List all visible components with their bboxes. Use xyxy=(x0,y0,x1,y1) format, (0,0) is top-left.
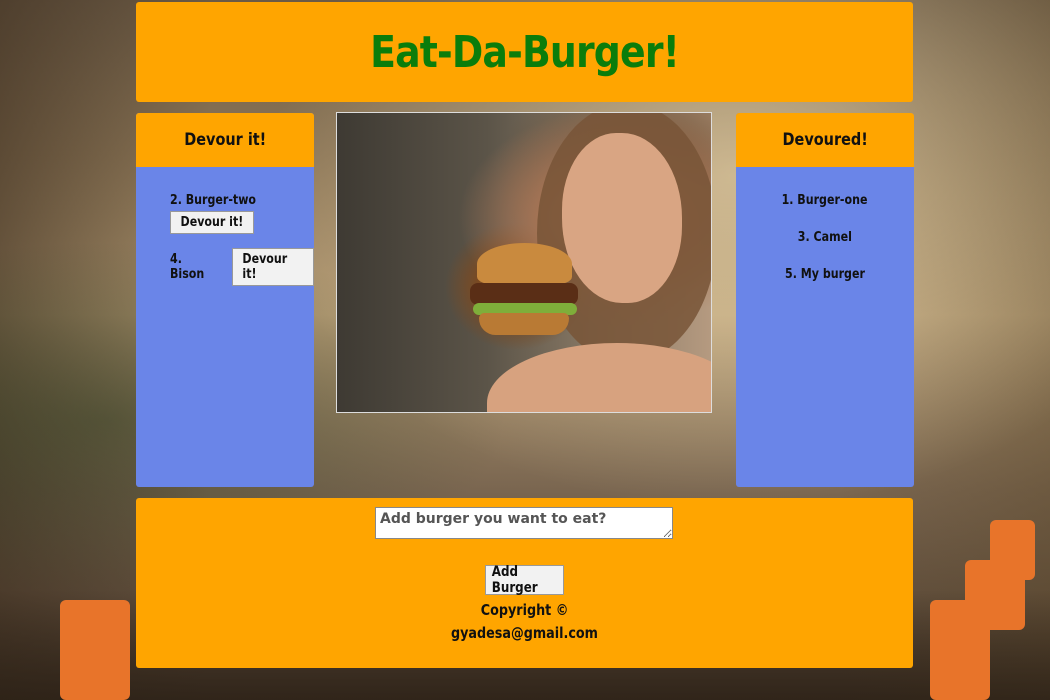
add-burger-button-label: Add Burger xyxy=(491,564,538,596)
burger-name: 3. Camel xyxy=(797,230,853,245)
page-title: Eat-Da-Burger! xyxy=(370,26,680,78)
devoured-panel-header: Devoured! xyxy=(736,113,914,167)
burger-input[interactable] xyxy=(375,507,673,539)
list-item: 3. Camel xyxy=(736,230,914,245)
photo-patty xyxy=(470,283,578,305)
burger-photo xyxy=(336,112,712,413)
burger-name: 1. Burger-one xyxy=(782,193,868,208)
burger-name: 2. Burger-two xyxy=(170,193,256,208)
burger-name: 4. Bison xyxy=(170,252,205,282)
devour-panel-header: Devour it! xyxy=(136,113,314,167)
photo-face xyxy=(562,133,682,303)
page-header: Eat-Da-Burger! xyxy=(136,2,913,102)
contact-email: gyadesa@gmail.com xyxy=(451,624,598,642)
devour-button-label: Devour it! xyxy=(242,252,287,282)
devour-button[interactable]: Devour it! xyxy=(170,211,254,234)
devoured-panel: Devoured! 1. Burger-one 3. Camel 5. My b… xyxy=(736,113,914,487)
devour-list: 2. Burger-two Devour it! 4. Bison Devour… xyxy=(136,167,314,286)
list-item: 1. Burger-one xyxy=(736,193,914,208)
list-item: 4. Bison Devour it! xyxy=(170,248,314,286)
devoured-list: 1. Burger-one 3. Camel 5. My burger xyxy=(736,167,914,282)
burger-name: 5. My burger xyxy=(785,267,865,282)
list-item: 2. Burger-two Devour it! xyxy=(170,193,314,234)
background-chair xyxy=(930,600,990,700)
devour-button-label: Devour it! xyxy=(180,215,244,230)
add-burger-button[interactable]: Add Burger xyxy=(485,564,564,596)
add-burger-form: Add Burger Copyright © gyadesa@gmail.com xyxy=(136,498,913,668)
copyright-text: Copyright © xyxy=(480,601,569,619)
photo-bun xyxy=(477,243,572,285)
photo-shoulder xyxy=(487,343,711,412)
photo-bottom-bun xyxy=(479,313,569,335)
list-item: 5. My burger xyxy=(736,267,914,282)
background-chair xyxy=(60,600,130,700)
devour-button[interactable]: Devour it! xyxy=(231,248,314,286)
devour-panel-title: Devour it! xyxy=(183,130,267,150)
copyright: Copyright © gyadesa@gmail.com xyxy=(136,599,913,645)
devour-panel: Devour it! 2. Burger-two Devour it! 4. B… xyxy=(136,113,314,487)
devoured-panel-title: Devoured! xyxy=(782,130,868,150)
